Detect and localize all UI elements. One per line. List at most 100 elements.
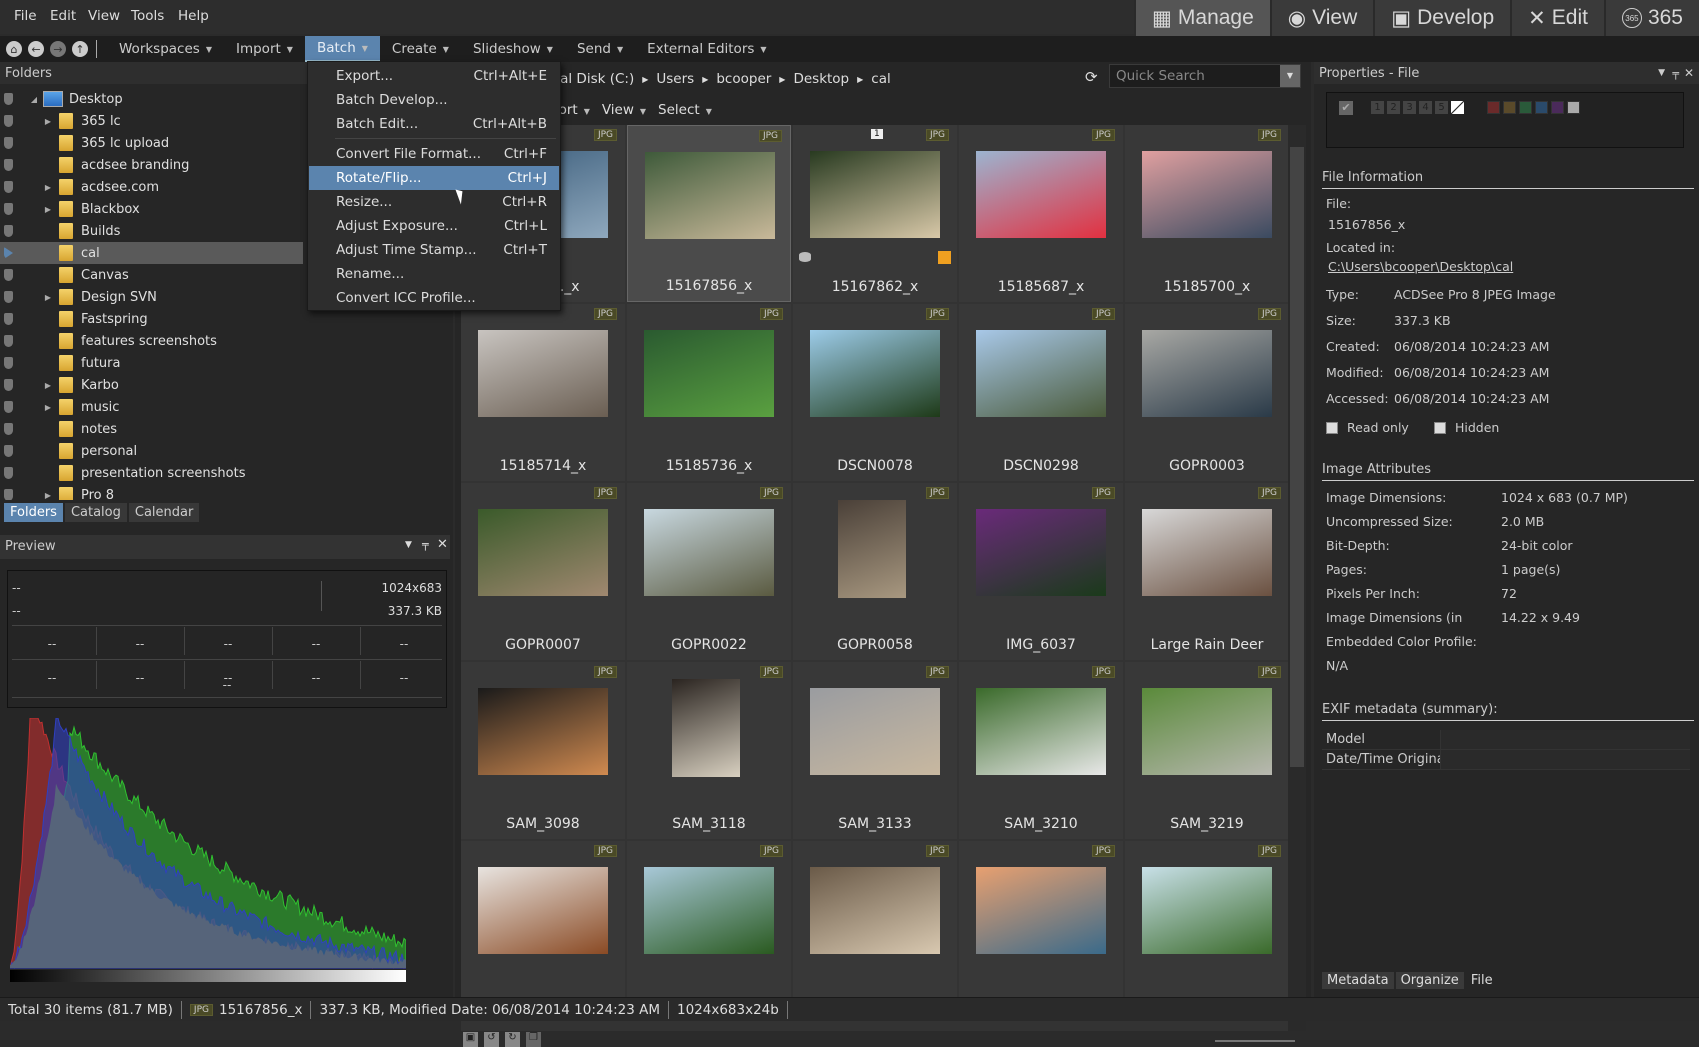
breadcrumb-item[interactable]: cal xyxy=(871,71,890,87)
import-menu[interactable]: Import ▼ xyxy=(224,36,305,62)
folder-item[interactable]: Fastspring xyxy=(0,308,303,330)
pin-icon[interactable] xyxy=(4,247,13,259)
thumbnail-item[interactable]: JPG xyxy=(461,841,625,1018)
tab-catalog[interactable]: Catalog xyxy=(64,503,127,522)
rotate-left-icon[interactable]: ↺ xyxy=(484,1032,499,1047)
expand-icon[interactable]: ▶ xyxy=(43,117,53,126)
up-icon[interactable]: ↑ xyxy=(72,41,88,57)
compare-icon[interactable]: ❐ xyxy=(526,1032,541,1047)
thumbnail-item[interactable]: JPG GOPR0007 xyxy=(461,483,625,660)
menu-item[interactable]: Adjust Time Stamp... Ctrl+T xyxy=(309,238,559,262)
menu-item[interactable]: Export... Ctrl+Alt+E xyxy=(309,64,559,88)
expand-icon[interactable]: ▶ xyxy=(43,183,53,192)
thumbnail-item[interactable]: JPG DSCN0298 xyxy=(959,304,1123,481)
clear-rating-button[interactable] xyxy=(1451,101,1464,114)
thumbnail-item[interactable]: JPG GOPR0022 xyxy=(627,483,791,660)
thumbnail-item[interactable]: JPG IMG_6037 xyxy=(959,483,1123,660)
pin-icon[interactable] xyxy=(4,203,13,215)
menu-item[interactable]: Rename... xyxy=(309,262,559,286)
select-menu[interactable]: Select ▼ xyxy=(658,102,712,118)
workspaces-menu[interactable]: Workspaces ▼ xyxy=(107,36,224,62)
color-label-button[interactable] xyxy=(1519,101,1532,114)
vertical-scrollbar[interactable] xyxy=(1288,125,1306,1031)
folder-item[interactable]: ◢ Desktop xyxy=(0,88,303,110)
pin-icon[interactable] xyxy=(4,137,13,149)
tag-checkbox[interactable]: ✔ xyxy=(1339,101,1353,115)
pin-icon[interactable] xyxy=(4,489,13,500)
slideshow-menu[interactable]: Slideshow ▼ xyxy=(461,36,565,62)
pin-icon[interactable] xyxy=(4,93,13,105)
thumbnail-item[interactable]: JPG xyxy=(627,841,791,1018)
color-label-button[interactable] xyxy=(1487,101,1500,114)
pin-icon[interactable] xyxy=(4,445,13,457)
mode-edit[interactable]: ✕ Edit xyxy=(1510,0,1604,36)
thumbnail-item[interactable]: JPG 15185687_x xyxy=(959,125,1123,302)
breadcrumb-item[interactable]: Desktop xyxy=(793,71,849,87)
folder-item[interactable]: ▶ Blackbox xyxy=(0,198,303,220)
quick-search-input[interactable]: Quick Search ▼ xyxy=(1109,64,1301,88)
pin-icon[interactable] xyxy=(4,291,13,303)
menu-item[interactable]: Resize... Ctrl+R xyxy=(309,190,559,214)
folder-item[interactable]: cal xyxy=(0,242,303,264)
folder-item[interactable]: ▶ Karbo xyxy=(0,374,303,396)
back-icon[interactable]: ← xyxy=(28,41,44,57)
tab-metadata[interactable]: Metadata xyxy=(1322,972,1394,989)
pin-icon[interactable] xyxy=(4,269,13,281)
expand-icon[interactable]: ▶ xyxy=(43,205,53,214)
thumbnail-item[interactable]: JPG DSCN0078 xyxy=(793,304,957,481)
batch-menu[interactable]: Batch ▼ xyxy=(304,36,380,62)
folder-item[interactable]: Canvas xyxy=(0,264,303,286)
folder-item[interactable]: acdsee branding xyxy=(0,154,303,176)
folder-item[interactable]: futura xyxy=(0,352,303,374)
search-dropdown-icon[interactable]: ▼ xyxy=(1280,65,1300,87)
view-menu[interactable]: View ▼ xyxy=(602,102,646,118)
thumbnail-item[interactable]: JPG GOPR0058 xyxy=(793,483,957,660)
thumbnail-item[interactable]: JPG GOPR0003 xyxy=(1125,304,1289,481)
menu-item[interactable]: Batch Edit... Ctrl+Alt+B xyxy=(309,112,559,136)
color-label-button[interactable] xyxy=(1551,101,1564,114)
folder-item[interactable]: notes xyxy=(0,418,303,440)
pin-icon[interactable] xyxy=(4,181,13,193)
thumbnail-item[interactable]: JPG SAM_3118 xyxy=(627,662,791,839)
folder-item[interactable]: ▶ Pro 8 xyxy=(0,484,303,500)
color-label-button[interactable] xyxy=(1535,101,1548,114)
location-link[interactable]: C:\Users\bcooper\Desktop\cal xyxy=(1328,259,1513,274)
breadcrumb-item[interactable]: Users xyxy=(656,71,694,87)
menu-file[interactable]: File xyxy=(14,8,37,24)
folder-item[interactable]: Builds xyxy=(0,220,303,242)
thumbnail-item[interactable]: JPG 15185736_x xyxy=(627,304,791,481)
menu-item[interactable]: Convert ICC Profile... xyxy=(309,286,559,310)
pin-icon[interactable] xyxy=(4,313,13,325)
folder-item[interactable]: personal xyxy=(0,440,303,462)
mode-365[interactable]: 365 365 xyxy=(1603,0,1699,36)
read-only-checkbox[interactable]: Read only xyxy=(1326,420,1409,435)
home-icon[interactable]: ⌂ xyxy=(6,41,22,57)
create-menu[interactable]: Create ▼ xyxy=(380,36,461,62)
thumbnail-size-slider[interactable] xyxy=(1215,1040,1295,1042)
folder-item[interactable]: ▶ music xyxy=(0,396,303,418)
rotate-right-icon[interactable]: ↻ xyxy=(505,1032,520,1047)
color-label-button[interactable] xyxy=(1503,101,1516,114)
pin-icon[interactable] xyxy=(4,357,13,369)
menu-help[interactable]: Help xyxy=(178,8,209,24)
rating-4-button[interactable]: 4 xyxy=(1419,101,1432,114)
forward-icon[interactable]: → xyxy=(50,41,66,57)
mode-manage[interactable]: ▦ Manage xyxy=(1134,0,1270,36)
menu-view[interactable]: View xyxy=(88,8,120,24)
refresh-icon[interactable]: ⟳ xyxy=(1085,68,1098,86)
pin-icon[interactable]: ╤ xyxy=(422,538,429,551)
folder-item[interactable]: presentation screenshots xyxy=(0,462,303,484)
close-icon[interactable]: ✕ xyxy=(1684,66,1694,80)
pin-icon[interactable] xyxy=(4,423,13,435)
rating-1-button[interactable]: 1 xyxy=(1371,101,1384,114)
rating-5-button[interactable]: 5 xyxy=(1435,101,1448,114)
pin-icon[interactable] xyxy=(4,401,13,413)
menu-tools[interactable]: Tools xyxy=(131,8,164,24)
thumbnail-item[interactable]: JPG Large Rain Deer xyxy=(1125,483,1289,660)
breadcrumb-item[interactable]: bcooper xyxy=(716,71,771,87)
view-image-icon[interactable]: ▣ xyxy=(463,1032,478,1047)
rating-3-button[interactable]: 3 xyxy=(1403,101,1416,114)
expand-icon[interactable]: ▶ xyxy=(43,293,53,302)
thumbnail-item[interactable]: JPG SAM_3210 xyxy=(959,662,1123,839)
thumbnail-item[interactable]: JPG 15167862_x 1 xyxy=(793,125,957,302)
